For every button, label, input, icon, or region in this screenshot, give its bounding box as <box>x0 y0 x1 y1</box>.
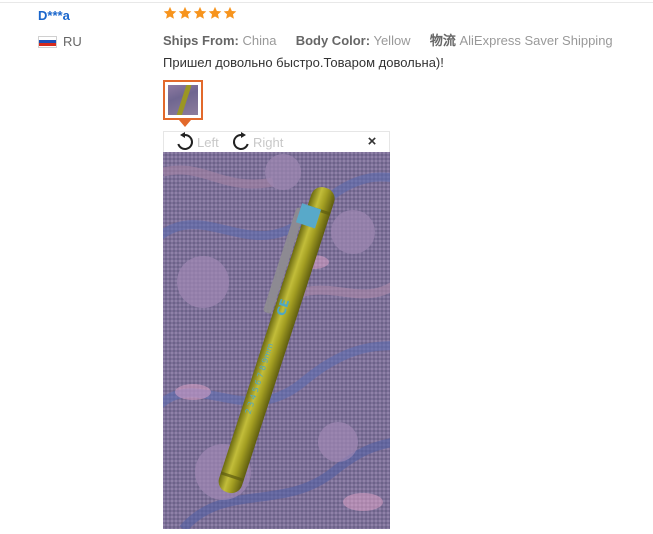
country-code: RU <box>63 34 82 49</box>
review-text: Пришел довольно быстро.Товаром довольна)… <box>163 55 444 70</box>
rotate-right-icon <box>233 132 249 150</box>
close-viewer-button[interactable]: × <box>366 134 378 149</box>
star-rating <box>163 6 237 20</box>
reviewer-name: D***a <box>38 8 70 23</box>
pen-light-photo: CE 2 3 4 5 6 7 8 9mm <box>163 152 390 529</box>
logistics-value: AliExpress Saver Shipping <box>459 33 613 48</box>
rotate-left-label: Left <box>197 134 219 150</box>
image-viewer-toolbar: Left Right × <box>163 131 390 152</box>
star-icon <box>193 6 207 19</box>
thumbnail-image <box>168 85 198 115</box>
logistics-label: 物流 <box>429 33 456 48</box>
rotate-right-label: Right <box>253 134 284 150</box>
ships-from-value: China <box>242 33 277 48</box>
rotate-left-button[interactable]: Left <box>174 132 219 152</box>
star-icon <box>223 6 237 19</box>
russia-flag-icon <box>38 35 57 48</box>
review-item: D***a RU Ships From: China Body Color: Y… <box>0 0 653 534</box>
reviewer-country: RU <box>38 34 82 49</box>
rotate-left-icon <box>177 132 193 150</box>
order-info: Ships From: China Body Color: Yellow 物流 … <box>163 30 613 49</box>
review-photo-large: CE 2 3 4 5 6 7 8 9mm <box>163 152 390 529</box>
body-color-label: Body Color: <box>295 33 371 48</box>
star-icon <box>178 6 192 19</box>
thumbnail-selected-indicator <box>179 120 191 127</box>
star-icon <box>208 6 222 19</box>
body-color-value: Yellow <box>373 33 411 48</box>
rotate-right-button[interactable]: Right <box>230 132 283 152</box>
review-photo-thumbnail[interactable] <box>163 80 203 120</box>
star-icon <box>163 6 177 19</box>
divider <box>0 2 653 3</box>
ships-from-label: Ships From: <box>163 33 239 48</box>
